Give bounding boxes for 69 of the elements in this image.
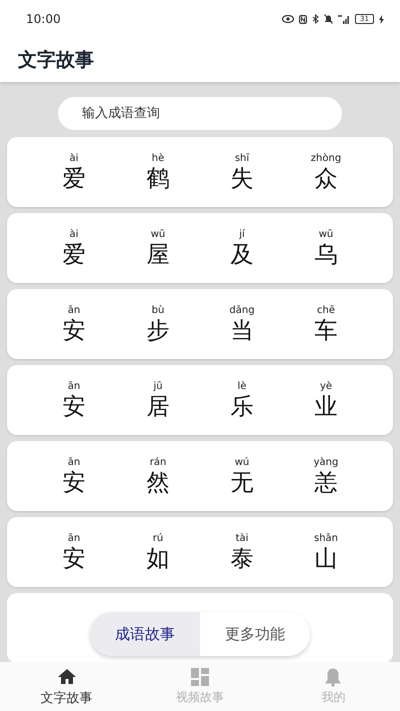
pinyin-text: wū	[318, 228, 334, 240]
segment-tab[interactable]: 更多功能	[200, 612, 310, 656]
grid-icon	[190, 667, 210, 687]
pinyin-text: ài	[70, 152, 78, 164]
pinyin-text: dāng	[229, 304, 255, 316]
pinyin-text: ān	[68, 456, 80, 468]
pinyin-text: ān	[68, 532, 80, 544]
hanzi-text: 恙	[314, 468, 338, 496]
idiom-card[interactable]: ān 安 bù 步 dāng 当 chē 车	[7, 289, 393, 359]
pinyin-text: yè	[320, 380, 332, 392]
pinyin-text: shān	[314, 532, 338, 544]
hanzi-text: 当	[230, 316, 254, 344]
pinyin-text: ài	[70, 228, 78, 240]
hanzi-text: 安	[62, 468, 86, 496]
home-icon	[56, 666, 77, 686]
idiom-card[interactable]: ài 爱 wū 屋 jí 及 wū 乌	[7, 213, 393, 283]
hanzi-text: 业	[314, 392, 338, 420]
hanzi-text: 屋	[146, 240, 170, 268]
pinyin-text: wú	[234, 456, 250, 468]
bluetooth-icon	[312, 14, 319, 24]
pinyin-text: rán	[150, 456, 166, 468]
hanzi-text: 乌	[314, 240, 338, 268]
hanzi-text: 乐	[230, 392, 254, 420]
pinyin-text: wū	[150, 228, 166, 240]
hanzi-text: 鹤	[146, 164, 170, 192]
signal-icon	[338, 14, 350, 24]
eye-icon	[282, 15, 294, 23]
hanzi-text: 然	[146, 468, 170, 496]
pinyin-text: chē	[317, 304, 335, 316]
idiom-card[interactable]: ài 爱 hè 鹤 shī 失 zhòng 众	[7, 137, 393, 207]
pinyin-text: bù	[152, 304, 164, 316]
hanzi-text: 及	[230, 240, 254, 268]
pinyin-text: ān	[68, 304, 80, 316]
hanzi-text: 泰	[230, 544, 254, 572]
idiom-card[interactable]: ān 安 rán 然 wú 无 yàng 恙	[7, 441, 393, 511]
hanzi-text: 步	[146, 316, 170, 344]
pinyin-text: zhòng	[310, 152, 342, 164]
app-title: 文字故事	[18, 48, 94, 73]
pinyin-text: jū	[153, 380, 163, 392]
pinyin-text: shī	[234, 152, 250, 164]
hanzi-text: 安	[62, 316, 86, 344]
hanzi-text: 无	[230, 468, 254, 496]
pinyin-text: hè	[152, 152, 164, 164]
charging-icon	[379, 14, 384, 24]
hanzi-text: 安	[62, 544, 86, 572]
hanzi-text: 安	[62, 392, 86, 420]
status-time: 10:00	[26, 12, 62, 26]
hanzi-text: 居	[146, 392, 170, 420]
search-field[interactable]: 输入成语查询	[58, 97, 342, 130]
bell-off-icon	[324, 14, 333, 24]
pinyin-text: lè	[238, 380, 246, 392]
nav-tab[interactable]: 文字故事	[0, 662, 134, 711]
hanzi-text: 众	[314, 164, 338, 192]
hanzi-text: 车	[314, 316, 338, 344]
pinyin-text: jí	[239, 228, 245, 240]
pinyin-text: yàng	[314, 456, 338, 468]
hanzi-text: 山	[314, 544, 338, 572]
pinyin-text: tài	[236, 532, 248, 544]
bell-icon	[323, 667, 344, 687]
pinyin-text: ān	[68, 380, 80, 392]
hanzi-text: 爱	[62, 164, 86, 192]
hanzi-text: 爱	[62, 240, 86, 268]
hanzi-text: 失	[230, 164, 254, 192]
pinyin-text: rú	[152, 532, 164, 544]
segment-tab[interactable]: 成语故事	[90, 612, 200, 656]
idiom-card[interactable]: ān 安 rú 如 tài 泰 shān 山	[7, 517, 393, 587]
idiom-card[interactable]: ān 安 jū 居 lè 乐 yè 业	[7, 365, 393, 435]
nfc-icon	[299, 14, 307, 24]
hanzi-text: 如	[146, 544, 170, 572]
